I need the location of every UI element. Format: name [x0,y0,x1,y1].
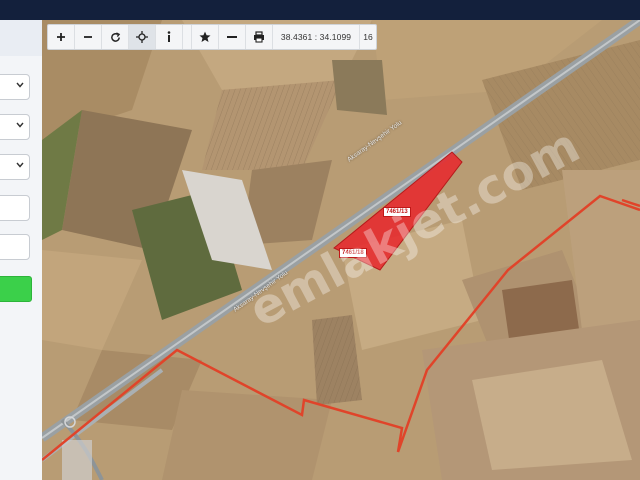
chevron-down-icon [15,160,25,170]
zoom-in-button[interactable] [48,25,75,49]
app-header-bar [0,0,640,20]
neighborhood-select[interactable] [0,154,30,180]
printer-icon [254,31,264,43]
chevron-down-icon [15,120,25,130]
refresh-button[interactable] [102,25,129,49]
district-select[interactable] [0,114,30,140]
locate-button[interactable] [129,25,156,49]
sidebar-header [0,20,42,56]
zoom-level-readout: 16 [363,32,373,42]
province-select[interactable] [0,74,30,100]
measure-button[interactable] [219,25,246,49]
filter-sidebar [0,20,43,480]
star-icon [199,31,211,42]
toolbar-separator [183,25,192,49]
zoom-out-button[interactable] [75,25,102,49]
refresh-icon [110,31,120,42]
minus-icon [84,36,92,38]
favorite-button[interactable] [192,25,219,49]
info-button[interactable] [156,25,183,49]
info-icon [167,31,171,42]
block-number-input[interactable] [0,195,30,221]
crosshair-icon [136,31,148,43]
chevron-down-icon [15,80,25,90]
ruler-line-icon [227,36,237,38]
plus-icon [57,33,65,41]
print-button[interactable] [246,25,273,49]
map-toolbar: 38.4361 : 34.1099 16 [47,24,377,50]
search-parcel-button[interactable] [0,276,32,302]
parcel-number-input[interactable] [0,234,30,260]
coordinate-readout: 38.4361 : 34.1099 [273,25,360,49]
satellite-map[interactable]: Aksaray-Nevşehir Yolu Aksaray-Nevşehir Y… [42,20,640,480]
